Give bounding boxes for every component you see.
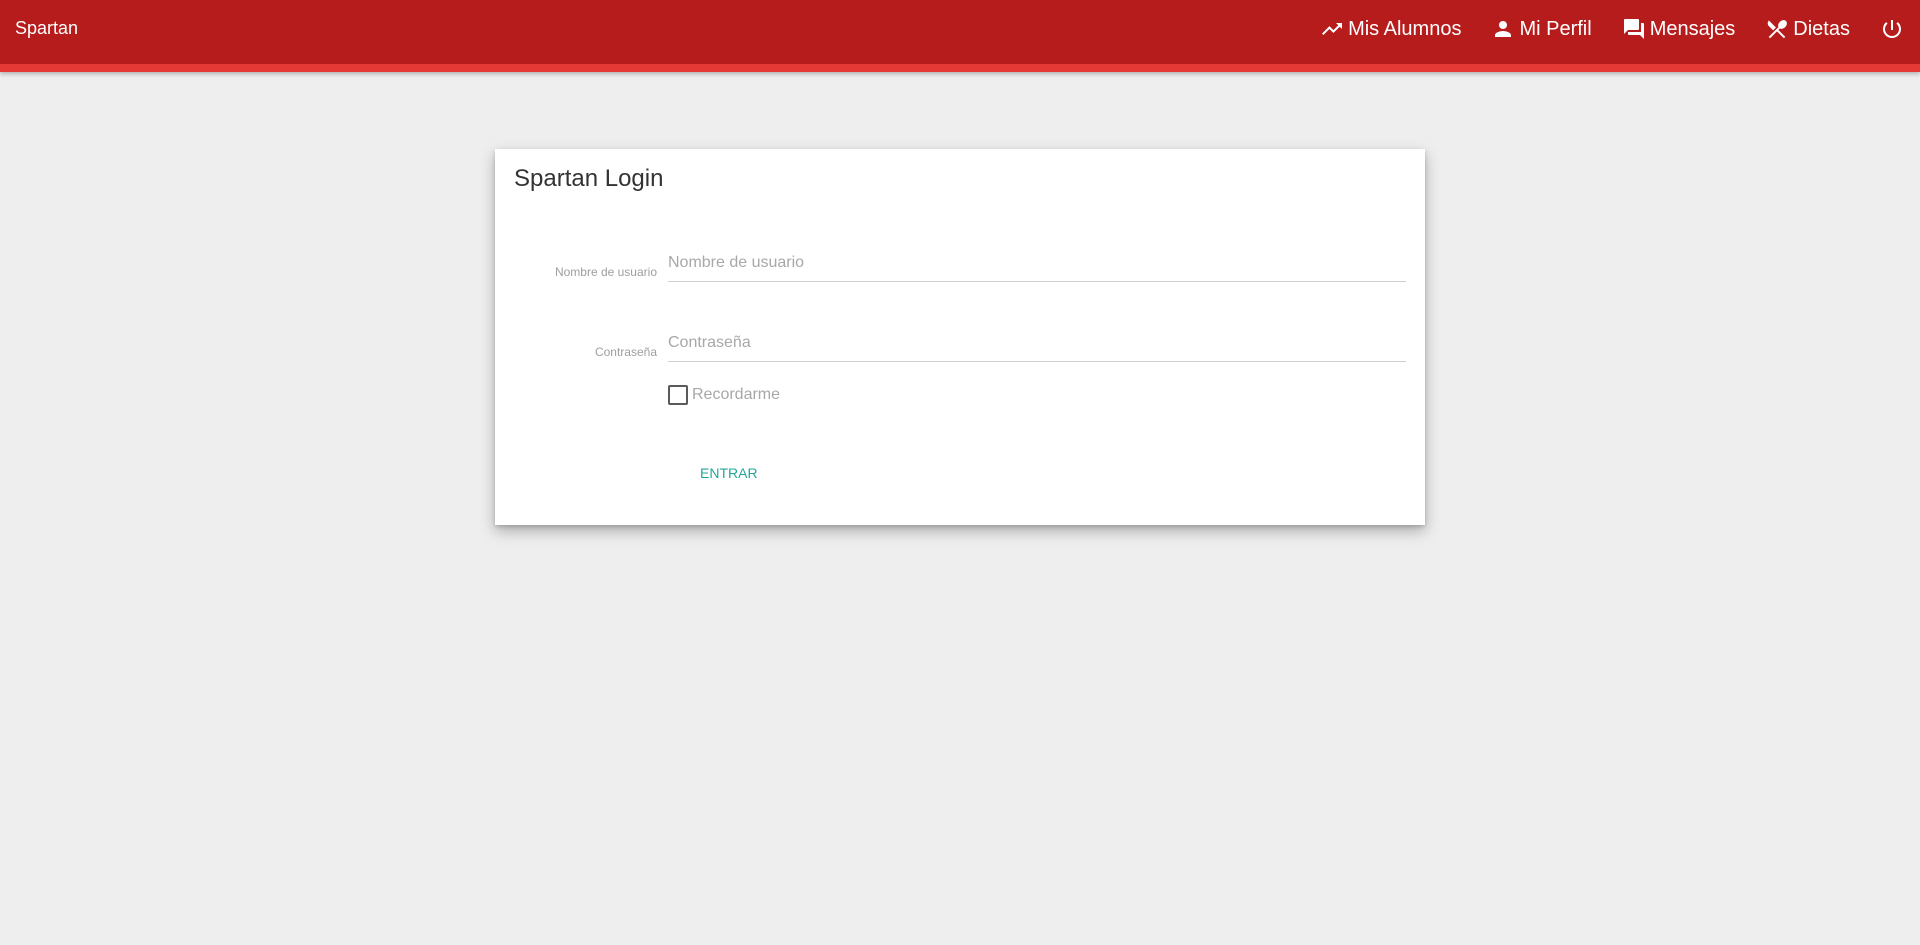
forum-icon	[1623, 19, 1644, 39]
remember-me-label[interactable]: Recordarme	[692, 386, 780, 404]
trending-up-icon	[1322, 23, 1343, 35]
checkbox-box[interactable]	[668, 385, 688, 405]
login-submit-button[interactable]: ENTRAR	[684, 455, 774, 491]
nav-item-label: Mis Alumnos	[1348, 17, 1462, 40]
nav-item-label: Dietas	[1793, 17, 1850, 40]
person-icon	[1495, 21, 1512, 37]
nav-menu: Mis Alumnos Mi Perfil Mensajes Dietas	[1305, 0, 1920, 58]
login-card: Spartan Login Nombre de usuario Contrase…	[495, 149, 1425, 525]
logout-button[interactable]	[1865, 0, 1920, 58]
top-navbar: Spartan Mis Alumnos Mi Perfil Mensajes D…	[0, 0, 1920, 72]
password-label: Contraseña	[594, 345, 657, 359]
password-input[interactable]	[668, 325, 1406, 362]
nav-item-mis-alumnos[interactable]: Mis Alumnos	[1305, 0, 1476, 58]
username-input[interactable]	[668, 245, 1406, 282]
restaurant-icon	[1768, 20, 1788, 39]
nav-item-mi-perfil[interactable]: Mi Perfil	[1476, 0, 1606, 58]
nav-item-label: Mi Perfil	[1519, 17, 1592, 40]
username-label: Nombre de usuario	[554, 265, 657, 279]
power-icon	[1883, 20, 1901, 38]
remember-me-checkbox[interactable]: Recordarme	[668, 385, 780, 405]
login-title: Spartan Login	[514, 165, 664, 192]
nav-item-mensajes[interactable]: Mensajes	[1607, 0, 1751, 58]
brand-logo[interactable]: Spartan	[15, 18, 78, 39]
nav-item-dietas[interactable]: Dietas	[1750, 0, 1865, 58]
nav-item-label: Mensajes	[1649, 17, 1736, 40]
